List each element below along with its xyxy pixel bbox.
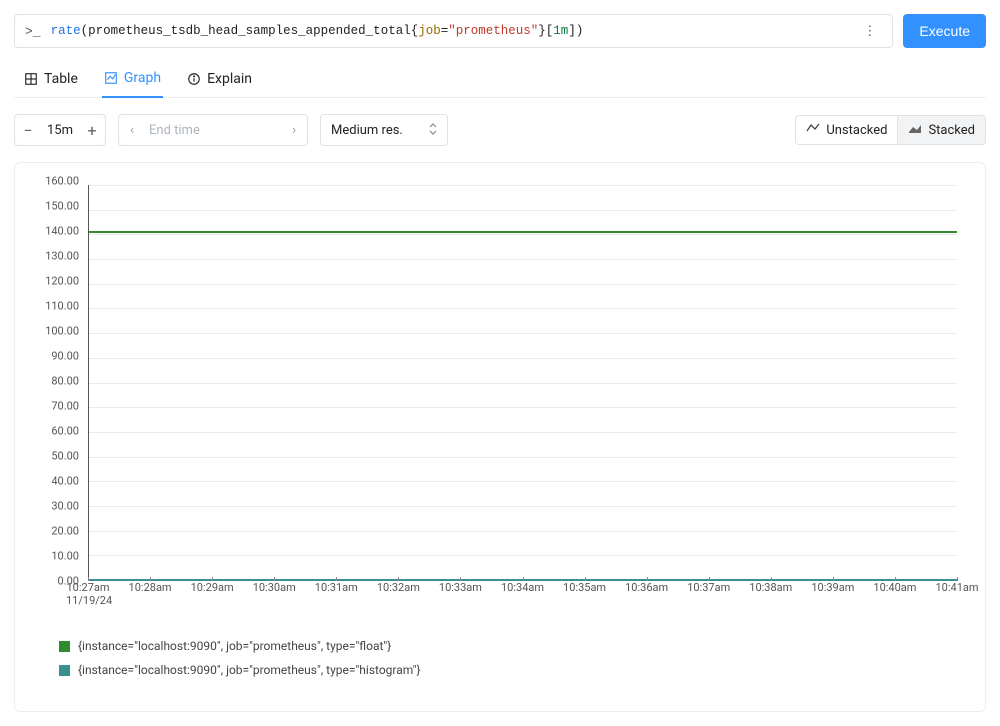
- table-icon: [24, 72, 38, 86]
- end-time-placeholder: End time: [145, 123, 281, 138]
- x-tick-label: 10:35am: [563, 581, 607, 594]
- tab-table[interactable]: Table: [22, 62, 80, 97]
- x-tick-label: 10:38am: [749, 581, 793, 594]
- legend-label: {instance="localhost:9090", job="prometh…: [78, 639, 391, 653]
- explain-icon: [187, 72, 201, 86]
- tab-explain[interactable]: Explain: [185, 62, 254, 97]
- y-tick-label: 110.00: [45, 300, 79, 313]
- unstacked-button[interactable]: Unstacked: [796, 116, 897, 144]
- x-tick-label: 10:29am: [190, 581, 234, 594]
- graph-icon: [104, 71, 118, 85]
- y-axis: 0.0010.0020.0030.0040.0050.0060.0070.008…: [33, 181, 83, 581]
- x-tick-label: 10:40am: [873, 581, 917, 594]
- unstacked-icon: [806, 122, 820, 138]
- range-decrease-button[interactable]: −: [15, 121, 41, 140]
- x-tick-label: 10:33am: [438, 581, 482, 594]
- y-tick-label: 120.00: [45, 275, 79, 288]
- tab-graph-label: Graph: [124, 70, 161, 86]
- legend-item[interactable]: {instance="localhost:9090", job="prometh…: [59, 663, 967, 677]
- x-tick-label: 10:27am11/19/24: [66, 581, 110, 607]
- y-tick-label: 20.00: [51, 525, 79, 538]
- y-tick-label: 130.00: [45, 250, 79, 263]
- resolution-select[interactable]: Medium res.: [320, 114, 448, 146]
- legend: {instance="localhost:9090", job="prometh…: [33, 639, 967, 677]
- end-time-prev-button[interactable]: ‹: [119, 123, 145, 138]
- chart-area[interactable]: 0.0010.0020.0030.0040.0050.0060.0070.008…: [33, 181, 967, 611]
- tab-graph[interactable]: Graph: [102, 62, 163, 98]
- y-tick-label: 40.00: [51, 475, 79, 488]
- end-time-next-button[interactable]: ›: [281, 123, 307, 138]
- x-tick-label: 10:37am: [687, 581, 731, 594]
- query-menu-icon[interactable]: ⋮: [857, 24, 882, 39]
- x-axis: 10:27am11/19/2410:28am10:29am10:30am10:3…: [88, 581, 957, 611]
- stacked-button[interactable]: Stacked: [897, 116, 985, 144]
- unstacked-label: Unstacked: [826, 123, 887, 138]
- query-expression: rate(prometheus_tsdb_head_samples_append…: [51, 24, 858, 38]
- y-tick-label: 140.00: [45, 225, 79, 238]
- x-tick-label: 10:39am: [811, 581, 855, 594]
- legend-item[interactable]: {instance="localhost:9090", job="prometh…: [59, 639, 967, 653]
- x-tick-label: 10:32am: [376, 581, 420, 594]
- x-tick-label: 10:41am: [935, 581, 979, 594]
- x-tick-label: 10:30am: [252, 581, 296, 594]
- legend-swatch: [59, 641, 70, 652]
- x-tick-label: 10:34am: [501, 581, 545, 594]
- y-tick-label: 160.00: [45, 175, 79, 188]
- resolution-label: Medium res.: [331, 123, 403, 138]
- x-tick-label: 10:31am: [314, 581, 358, 594]
- y-tick-label: 10.00: [51, 550, 79, 563]
- y-tick-label: 150.00: [45, 200, 79, 213]
- stacked-icon: [908, 122, 922, 138]
- legend-swatch: [59, 665, 70, 676]
- chart-panel: 0.0010.0020.0030.0040.0050.0060.0070.008…: [14, 162, 986, 712]
- query-input[interactable]: >_ rate(prometheus_tsdb_head_samples_app…: [14, 14, 893, 48]
- range-increase-button[interactable]: +: [79, 121, 105, 140]
- stack-toggle: Unstacked Stacked: [795, 115, 986, 145]
- y-tick-label: 60.00: [51, 425, 79, 438]
- view-tabs: Table Graph Explain: [14, 62, 986, 98]
- prompt-icon: >_: [25, 24, 41, 39]
- execute-button[interactable]: Execute: [903, 14, 986, 48]
- select-caret-icon: [429, 123, 437, 138]
- x-tick-label: 10:28am: [128, 581, 172, 594]
- tab-explain-label: Explain: [207, 71, 252, 87]
- stacked-label: Stacked: [928, 123, 975, 138]
- y-tick-label: 70.00: [51, 400, 79, 413]
- end-time-picker[interactable]: ‹ End time ›: [118, 114, 308, 146]
- range-value: 15m: [41, 123, 79, 138]
- legend-label: {instance="localhost:9090", job="prometh…: [78, 663, 421, 677]
- tab-table-label: Table: [44, 71, 78, 87]
- y-tick-label: 80.00: [51, 375, 79, 388]
- y-tick-label: 90.00: [51, 350, 79, 363]
- y-tick-label: 100.00: [45, 325, 79, 338]
- y-tick-label: 30.00: [51, 500, 79, 513]
- x-tick-label: 10:36am: [625, 581, 669, 594]
- time-range-stepper[interactable]: − 15m +: [14, 114, 106, 146]
- plot-region: [88, 185, 957, 581]
- y-tick-label: 50.00: [51, 450, 79, 463]
- series-line: [89, 231, 957, 233]
